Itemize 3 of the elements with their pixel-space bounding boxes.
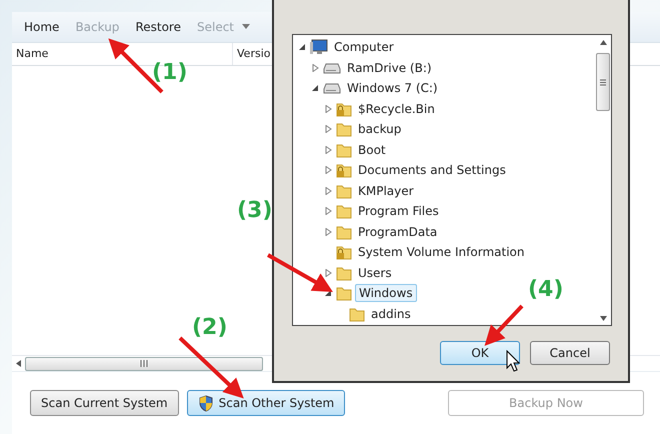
step-label: (4) (528, 277, 564, 302)
step-label: (3) (237, 198, 272, 223)
step-label: (2) (192, 315, 228, 340)
